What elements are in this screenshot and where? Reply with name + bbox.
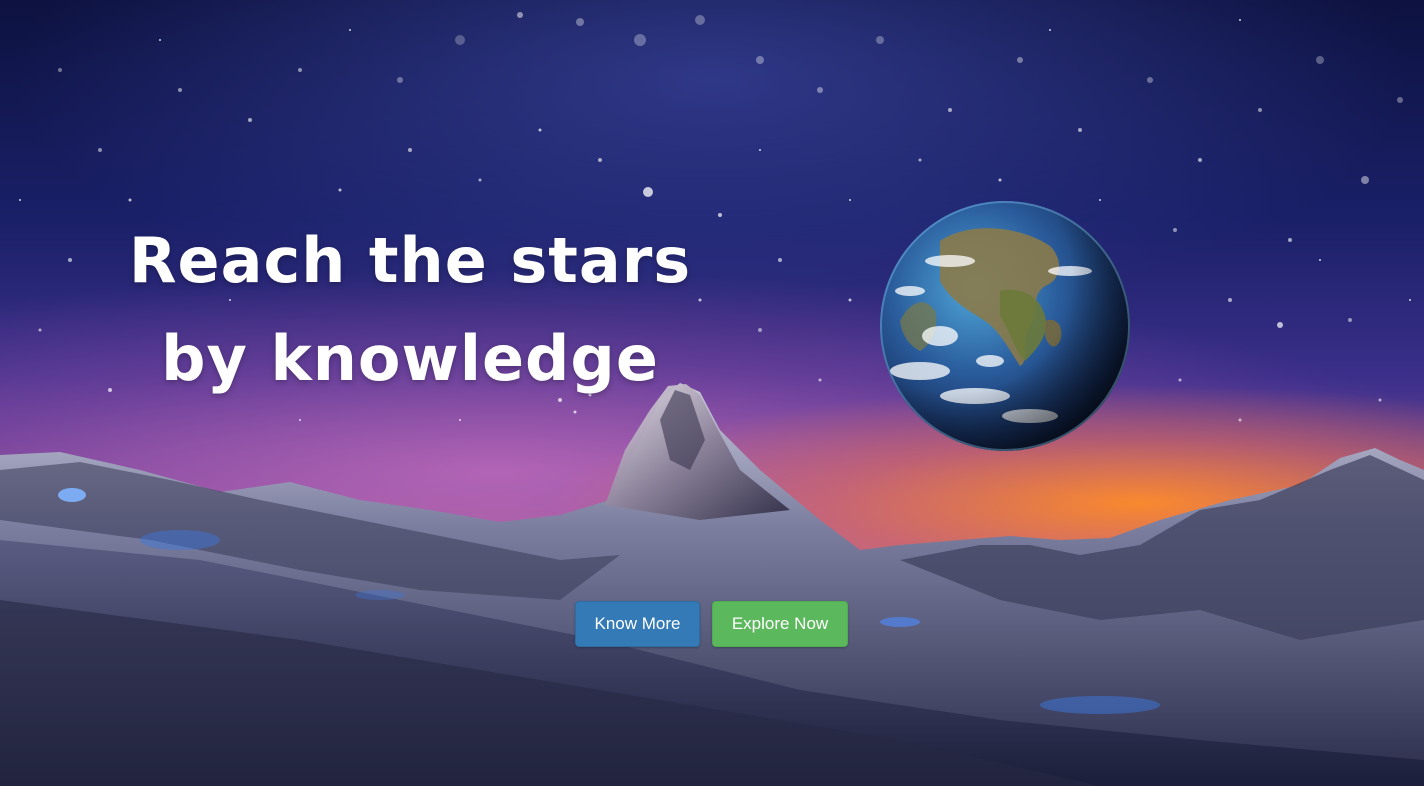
- headline-line-2: by knowledge: [161, 322, 659, 395]
- headline-line-1: Reach the stars: [128, 224, 692, 297]
- earth-globe-icon: [880, 201, 1130, 451]
- hero-actions: Know More Explore Now: [575, 601, 848, 647]
- hero-banner: Reach the stars by knowledge Know More E…: [0, 0, 1424, 786]
- hero-headline: Reach the stars by knowledge: [60, 212, 760, 408]
- explore-now-button[interactable]: Explore Now: [712, 601, 848, 647]
- know-more-button[interactable]: Know More: [575, 601, 700, 647]
